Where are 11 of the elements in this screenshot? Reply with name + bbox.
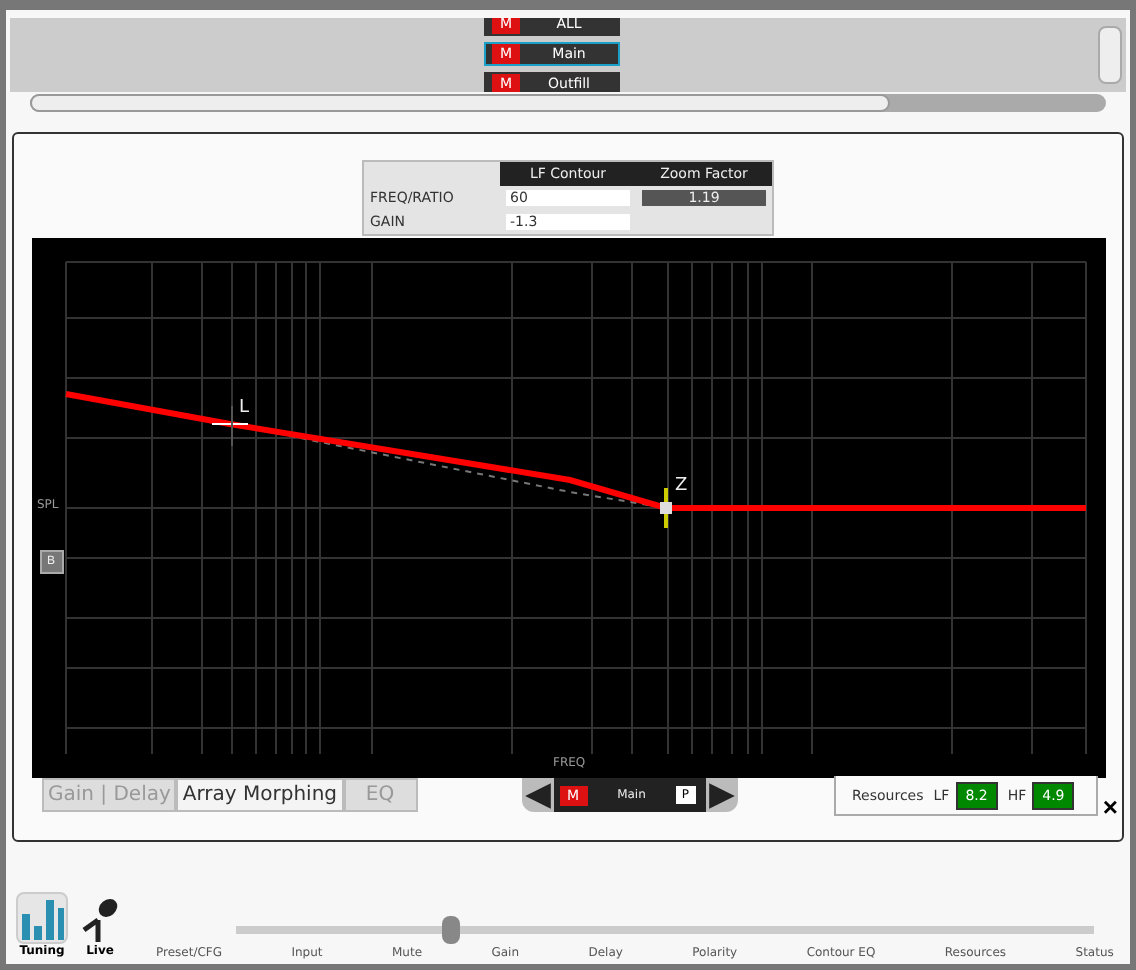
left-arrow-icon[interactable]: [521, 779, 554, 811]
marker-label: L: [239, 398, 250, 418]
right-arrow-icon[interactable]: [705, 779, 738, 811]
bar-chart-icon: [16, 892, 68, 944]
slider-thumb[interactable]: [442, 916, 461, 944]
tab[interactable]: Array Morphing: [176, 778, 344, 812]
vertical-scrollbar[interactable]: [1098, 26, 1122, 84]
close-button[interactable]: ×: [1102, 794, 1118, 820]
marker-handle[interactable]: [659, 488, 671, 528]
marker-label: Z: [675, 476, 688, 496]
horizontal-scrollbar[interactable]: [30, 94, 1106, 112]
